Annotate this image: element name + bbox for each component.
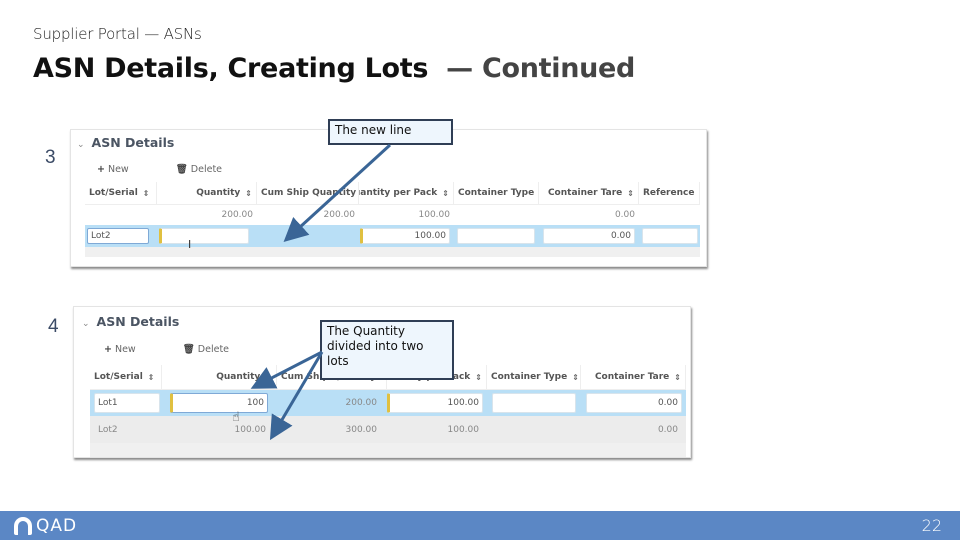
panel-toolbar: + New 🗑 Delete (97, 164, 266, 175)
new-label: New (114, 344, 136, 355)
column-header-quantity[interactable]: Quantity ⇕ (157, 182, 257, 204)
cell-lot (85, 205, 157, 225)
lot-serial-input[interactable]: Lot1 (94, 393, 160, 413)
sort-icon: ⇕ (265, 372, 272, 382)
sort-icon: ⇕ (699, 189, 700, 198)
step-number-4: 4 (48, 316, 59, 337)
cell-container-tare: 0.00 (614, 210, 635, 220)
chevron-down-icon[interactable]: ⌄ (77, 140, 85, 150)
panel-toolbar: + New 🗑 Delete (104, 344, 273, 355)
slide-footer: QAD 22 (0, 511, 960, 540)
grid-footer (85, 247, 700, 257)
step-number-3: 3 (45, 147, 56, 168)
cell-container-tare: 0.00 (657, 424, 678, 435)
delete-label: Delete (190, 164, 223, 175)
table-row-editing[interactable]: Lot1 100 200.00 100.00 0.00 (90, 390, 686, 416)
column-header-container-type[interactable]: Container Type⇕ (487, 365, 581, 389)
cell-qty-per-pack: 100.00 (447, 424, 480, 435)
slide-title: ASN Details, Creating Lots — Continued (33, 53, 635, 84)
plus-icon: + (97, 164, 105, 175)
panel-header[interactable]: ⌄ ASN Details (82, 314, 179, 329)
callout-new-line: The new line (328, 119, 453, 145)
qty-per-pack-input[interactable]: 100.00 (387, 393, 483, 413)
plus-icon: + (104, 344, 112, 355)
table-row[interactable]: 200.00 200.00 100.00 0.00 (85, 205, 700, 225)
column-header-lot-serial[interactable]: Lot/Serial ⇕ (90, 365, 162, 389)
cell-quantity: 200.00 (221, 210, 254, 220)
panel-header[interactable]: ⌄ ASN Details (77, 135, 174, 150)
lot-serial-input[interactable]: Lot2 (87, 228, 149, 244)
qty-per-pack-input[interactable]: 100.00 (360, 228, 450, 244)
column-header-cum-ship-quantity[interactable]: Cum Ship Quantity⇕ (257, 182, 359, 204)
new-button[interactable]: + New (104, 344, 158, 355)
column-header-quantity[interactable]: Quantity ⇕ (162, 365, 277, 389)
trash-icon: 🗑 (175, 164, 188, 175)
cell-qty-per-pack: 100.00 (418, 210, 451, 220)
cell-cum-ship: 300.00 (345, 424, 378, 435)
page-number: 22 (921, 516, 942, 535)
sort-icon: ⇕ (147, 372, 155, 382)
trash-icon: 🗑 (182, 344, 195, 355)
cell-cum-ship: 200.00 (345, 398, 378, 408)
new-label: New (107, 164, 129, 175)
column-header-quantity-per-pack[interactable]: Quantity per Pack⇕ (359, 182, 454, 204)
grid-footer (90, 443, 686, 457)
cell-container-type (487, 416, 581, 443)
chevron-down-icon[interactable]: ⌄ (82, 319, 90, 329)
quantity-input[interactable]: 100 (170, 393, 268, 413)
qad-logo-text: QAD (36, 516, 78, 536)
sort-icon: ⇕ (142, 188, 150, 198)
quantity-input[interactable] (159, 228, 249, 244)
delete-button[interactable]: 🗑 Delete (183, 344, 251, 355)
delete-button[interactable]: 🗑 Delete (176, 164, 244, 175)
sort-icon: ⇕ (674, 372, 681, 382)
hand-cursor-icon: ☝ (232, 410, 240, 425)
panel-title: ASN Details (96, 314, 180, 329)
table-row-editing[interactable]: Lot2 100.00 0.00 (85, 225, 700, 247)
cell-cum-ship: 200.00 (323, 210, 356, 220)
column-header-reference[interactable]: Reference⇕ (639, 182, 700, 204)
panel-title: ASN Details (91, 135, 175, 150)
qad-logo-icon (14, 517, 32, 535)
cell-lot: Lot2 (98, 424, 118, 435)
container-type-input[interactable] (457, 228, 535, 244)
column-header-container-tare[interactable]: Container Tare ⇕ (539, 182, 639, 204)
container-tare-input[interactable]: 0.00 (586, 393, 682, 413)
qad-logo: QAD (14, 516, 77, 536)
reference-input[interactable] (642, 228, 698, 244)
cell-reference (639, 205, 700, 225)
callout-quantity-divided: The Quantity divided into two lots (320, 320, 454, 380)
sort-icon: ⇕ (627, 188, 634, 198)
slide-title-main: ASN Details, Creating Lots (33, 53, 429, 84)
cell-container-type (454, 205, 539, 225)
sort-icon: ⇕ (442, 188, 449, 198)
sort-icon: ⇕ (245, 188, 252, 198)
container-tare-input[interactable]: 0.00 (543, 228, 635, 244)
slide-subtitle: Supplier Portal — ASNs (33, 25, 202, 43)
column-header-container-tare[interactable]: Container Tare ⇕ (581, 365, 686, 389)
sort-icon: ⇕ (475, 372, 482, 382)
column-header-lot-serial[interactable]: Lot/Serial ⇕ (85, 182, 157, 204)
cell-quantity: 100.00 (234, 424, 267, 435)
new-button[interactable]: + New (97, 164, 151, 175)
delete-label: Delete (197, 344, 230, 355)
table-row[interactable]: Lot2 100.00 300.00 100.00 0.00 (90, 416, 686, 443)
grid-header-row: Lot/Serial⇕ Quantity⇕ Cum Ship Quantity⇕… (85, 182, 700, 205)
column-header-container-type[interactable]: Container Type⇕ (454, 182, 539, 204)
asn-details-panel-step3: ⌄ ASN Details + New 🗑 Delete Lot/Serial ⇕ Qu… (70, 129, 707, 267)
container-type-input[interactable] (492, 393, 576, 413)
asn-details-grid: Lot/Serial⇕ Quantity⇕ Cum Ship Quantity⇕… (85, 182, 700, 257)
sort-icon: ⇕ (572, 372, 579, 382)
text-cursor-icon: I (188, 238, 192, 251)
slide-title-suffix: — Continued (446, 53, 636, 84)
